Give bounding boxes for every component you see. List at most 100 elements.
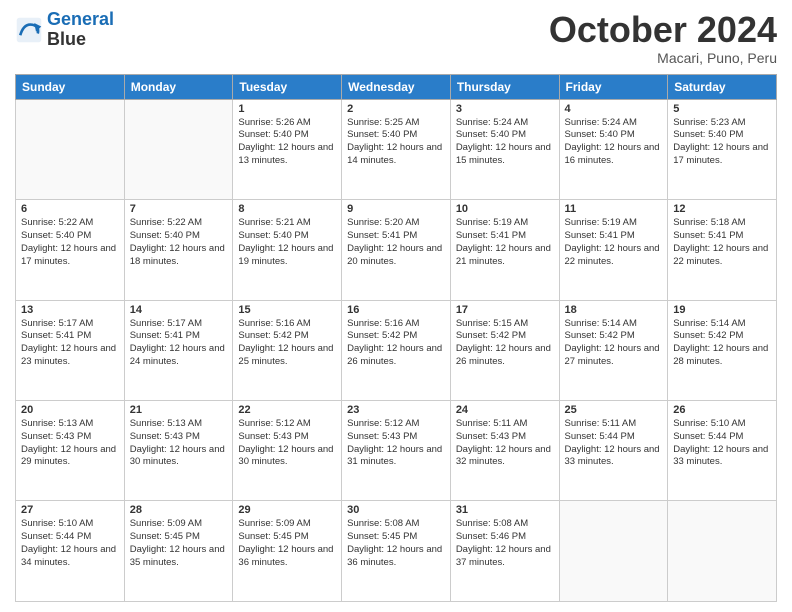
day-info: Sunrise: 5:13 AM Sunset: 5:43 PM Dayligh… — [130, 418, 228, 469]
day-number: 5 — [673, 103, 771, 115]
calendar-cell — [16, 99, 125, 199]
day-number: 4 — [565, 103, 663, 115]
day-number: 13 — [21, 304, 119, 316]
calendar-cell: 24 Sunrise: 5:11 AM Sunset: 5:43 PM Dayli… — [450, 401, 559, 501]
day-info: Sunrise: 5:13 AM Sunset: 5:43 PM Dayligh… — [21, 418, 119, 469]
calendar-week-3: 13 Sunrise: 5:17 AM Sunset: 5:41 PM Dayli… — [16, 300, 777, 400]
day-number: 29 — [238, 504, 336, 516]
day-info: Sunrise: 5:24 AM Sunset: 5:40 PM Dayligh… — [456, 117, 554, 168]
day-info: Sunrise: 5:16 AM Sunset: 5:42 PM Dayligh… — [238, 318, 336, 369]
day-number: 22 — [238, 404, 336, 416]
day-header-monday: Monday — [124, 74, 233, 99]
calendar-cell: 31 Sunrise: 5:08 AM Sunset: 5:46 PM Dayli… — [450, 501, 559, 602]
calendar-cell: 30 Sunrise: 5:08 AM Sunset: 5:45 PM Dayli… — [342, 501, 451, 602]
calendar-header-row: SundayMondayTuesdayWednesdayThursdayFrid… — [16, 74, 777, 99]
day-number: 14 — [130, 304, 228, 316]
calendar-table: SundayMondayTuesdayWednesdayThursdayFrid… — [15, 74, 777, 602]
day-header-sunday: Sunday — [16, 74, 125, 99]
day-info: Sunrise: 5:21 AM Sunset: 5:40 PM Dayligh… — [238, 217, 336, 268]
calendar-week-2: 6Sunrise: 5:22 AM Sunset: 5:40 PM Daylig… — [16, 200, 777, 300]
day-number: 26 — [673, 404, 771, 416]
calendar-cell: 19 Sunrise: 5:14 AM Sunset: 5:42 PM Dayli… — [668, 300, 777, 400]
day-number: 19 — [673, 304, 771, 316]
day-number: 11 — [565, 203, 663, 215]
day-info: Sunrise: 5:08 AM Sunset: 5:46 PM Dayligh… — [456, 518, 554, 569]
calendar-cell: 17Sunrise: 5:15 AM Sunset: 5:42 PM Dayli… — [450, 300, 559, 400]
calendar-week-4: 20 Sunrise: 5:13 AM Sunset: 5:43 PM Dayli… — [16, 401, 777, 501]
day-number: 30 — [347, 504, 445, 516]
calendar-cell: 28 Sunrise: 5:09 AM Sunset: 5:45 PM Dayli… — [124, 501, 233, 602]
day-number: 15 — [238, 304, 336, 316]
day-info: Sunrise: 5:24 AM Sunset: 5:40 PM Dayligh… — [565, 117, 663, 168]
day-number: 3 — [456, 103, 554, 115]
day-number: 6 — [21, 203, 119, 215]
day-info: Sunrise: 5:14 AM Sunset: 5:42 PM Dayligh… — [673, 318, 771, 369]
calendar-cell: 10 Sunrise: 5:19 AM Sunset: 5:41 PM Dayli… — [450, 200, 559, 300]
day-number: 18 — [565, 304, 663, 316]
day-header-tuesday: Tuesday — [233, 74, 342, 99]
day-info: Sunrise: 5:11 AM Sunset: 5:43 PM Dayligh… — [456, 418, 554, 469]
day-info: Sunrise: 5:11 AM Sunset: 5:44 PM Dayligh… — [565, 418, 663, 469]
calendar-cell: 6Sunrise: 5:22 AM Sunset: 5:40 PM Daylig… — [16, 200, 125, 300]
calendar-cell: 4 Sunrise: 5:24 AM Sunset: 5:40 PM Daylig… — [559, 99, 668, 199]
day-info: Sunrise: 5:23 AM Sunset: 5:40 PM Dayligh… — [673, 117, 771, 168]
day-number: 21 — [130, 404, 228, 416]
day-number: 25 — [565, 404, 663, 416]
day-header-thursday: Thursday — [450, 74, 559, 99]
day-info: Sunrise: 5:19 AM Sunset: 5:41 PM Dayligh… — [565, 217, 663, 268]
day-info: Sunrise: 5:12 AM Sunset: 5:43 PM Dayligh… — [238, 418, 336, 469]
calendar-cell: 16Sunrise: 5:16 AM Sunset: 5:42 PM Dayli… — [342, 300, 451, 400]
calendar-cell: 22 Sunrise: 5:12 AM Sunset: 5:43 PM Dayli… — [233, 401, 342, 501]
day-info: Sunrise: 5:15 AM Sunset: 5:42 PM Dayligh… — [456, 318, 554, 369]
calendar-cell: 5 Sunrise: 5:23 AM Sunset: 5:40 PM Daylig… — [668, 99, 777, 199]
day-number: 23 — [347, 404, 445, 416]
day-number: 28 — [130, 504, 228, 516]
calendar-cell: 15 Sunrise: 5:16 AM Sunset: 5:42 PM Dayli… — [233, 300, 342, 400]
logo-icon — [15, 16, 43, 44]
calendar-cell — [668, 501, 777, 602]
calendar-cell: 25 Sunrise: 5:11 AM Sunset: 5:44 PM Dayli… — [559, 401, 668, 501]
calendar-week-5: 27 Sunrise: 5:10 AM Sunset: 5:44 PM Dayli… — [16, 501, 777, 602]
day-info: Sunrise: 5:12 AM Sunset: 5:43 PM Dayligh… — [347, 418, 445, 469]
calendar-cell: 29Sunrise: 5:09 AM Sunset: 5:45 PM Dayli… — [233, 501, 342, 602]
day-number: 1 — [238, 103, 336, 115]
logo-text: GeneralBlue — [47, 10, 114, 50]
calendar-cell: 9Sunrise: 5:20 AM Sunset: 5:41 PM Daylig… — [342, 200, 451, 300]
calendar-week-1: 1 Sunrise: 5:26 AM Sunset: 5:40 PM Daylig… — [16, 99, 777, 199]
day-number: 10 — [456, 203, 554, 215]
calendar-cell: 2Sunrise: 5:25 AM Sunset: 5:40 PM Daylig… — [342, 99, 451, 199]
calendar-cell — [124, 99, 233, 199]
title-block: October 2024 Macari, Puno, Peru — [549, 10, 777, 66]
day-info: Sunrise: 5:09 AM Sunset: 5:45 PM Dayligh… — [130, 518, 228, 569]
day-number: 8 — [238, 203, 336, 215]
day-info: Sunrise: 5:19 AM Sunset: 5:41 PM Dayligh… — [456, 217, 554, 268]
day-number: 31 — [456, 504, 554, 516]
day-info: Sunrise: 5:26 AM Sunset: 5:40 PM Dayligh… — [238, 117, 336, 168]
location-subtitle: Macari, Puno, Peru — [549, 50, 777, 66]
calendar-cell: 11 Sunrise: 5:19 AM Sunset: 5:41 PM Dayli… — [559, 200, 668, 300]
page: GeneralBlue October 2024 Macari, Puno, P… — [0, 0, 792, 612]
calendar-cell: 14 Sunrise: 5:17 AM Sunset: 5:41 PM Dayli… — [124, 300, 233, 400]
calendar-cell: 20 Sunrise: 5:13 AM Sunset: 5:43 PM Dayli… — [16, 401, 125, 501]
day-number: 27 — [21, 504, 119, 516]
calendar-cell: 23 Sunrise: 5:12 AM Sunset: 5:43 PM Dayli… — [342, 401, 451, 501]
day-number: 24 — [456, 404, 554, 416]
day-info: Sunrise: 5:20 AM Sunset: 5:41 PM Dayligh… — [347, 217, 445, 268]
day-info: Sunrise: 5:10 AM Sunset: 5:44 PM Dayligh… — [673, 418, 771, 469]
day-info: Sunrise: 5:08 AM Sunset: 5:45 PM Dayligh… — [347, 518, 445, 569]
calendar-cell — [559, 501, 668, 602]
day-info: Sunrise: 5:17 AM Sunset: 5:41 PM Dayligh… — [21, 318, 119, 369]
day-info: Sunrise: 5:18 AM Sunset: 5:41 PM Dayligh… — [673, 217, 771, 268]
day-number: 16 — [347, 304, 445, 316]
day-info: Sunrise: 5:10 AM Sunset: 5:44 PM Dayligh… — [21, 518, 119, 569]
calendar-cell: 27 Sunrise: 5:10 AM Sunset: 5:44 PM Dayli… — [16, 501, 125, 602]
day-header-wednesday: Wednesday — [342, 74, 451, 99]
calendar-cell: 13 Sunrise: 5:17 AM Sunset: 5:41 PM Dayli… — [16, 300, 125, 400]
day-number: 12 — [673, 203, 771, 215]
calendar-cell: 18Sunrise: 5:14 AM Sunset: 5:42 PM Dayli… — [559, 300, 668, 400]
day-number: 20 — [21, 404, 119, 416]
calendar-cell: 3 Sunrise: 5:24 AM Sunset: 5:40 PM Daylig… — [450, 99, 559, 199]
day-info: Sunrise: 5:17 AM Sunset: 5:41 PM Dayligh… — [130, 318, 228, 369]
header: GeneralBlue October 2024 Macari, Puno, P… — [15, 10, 777, 66]
calendar-cell: 7Sunrise: 5:22 AM Sunset: 5:40 PM Daylig… — [124, 200, 233, 300]
